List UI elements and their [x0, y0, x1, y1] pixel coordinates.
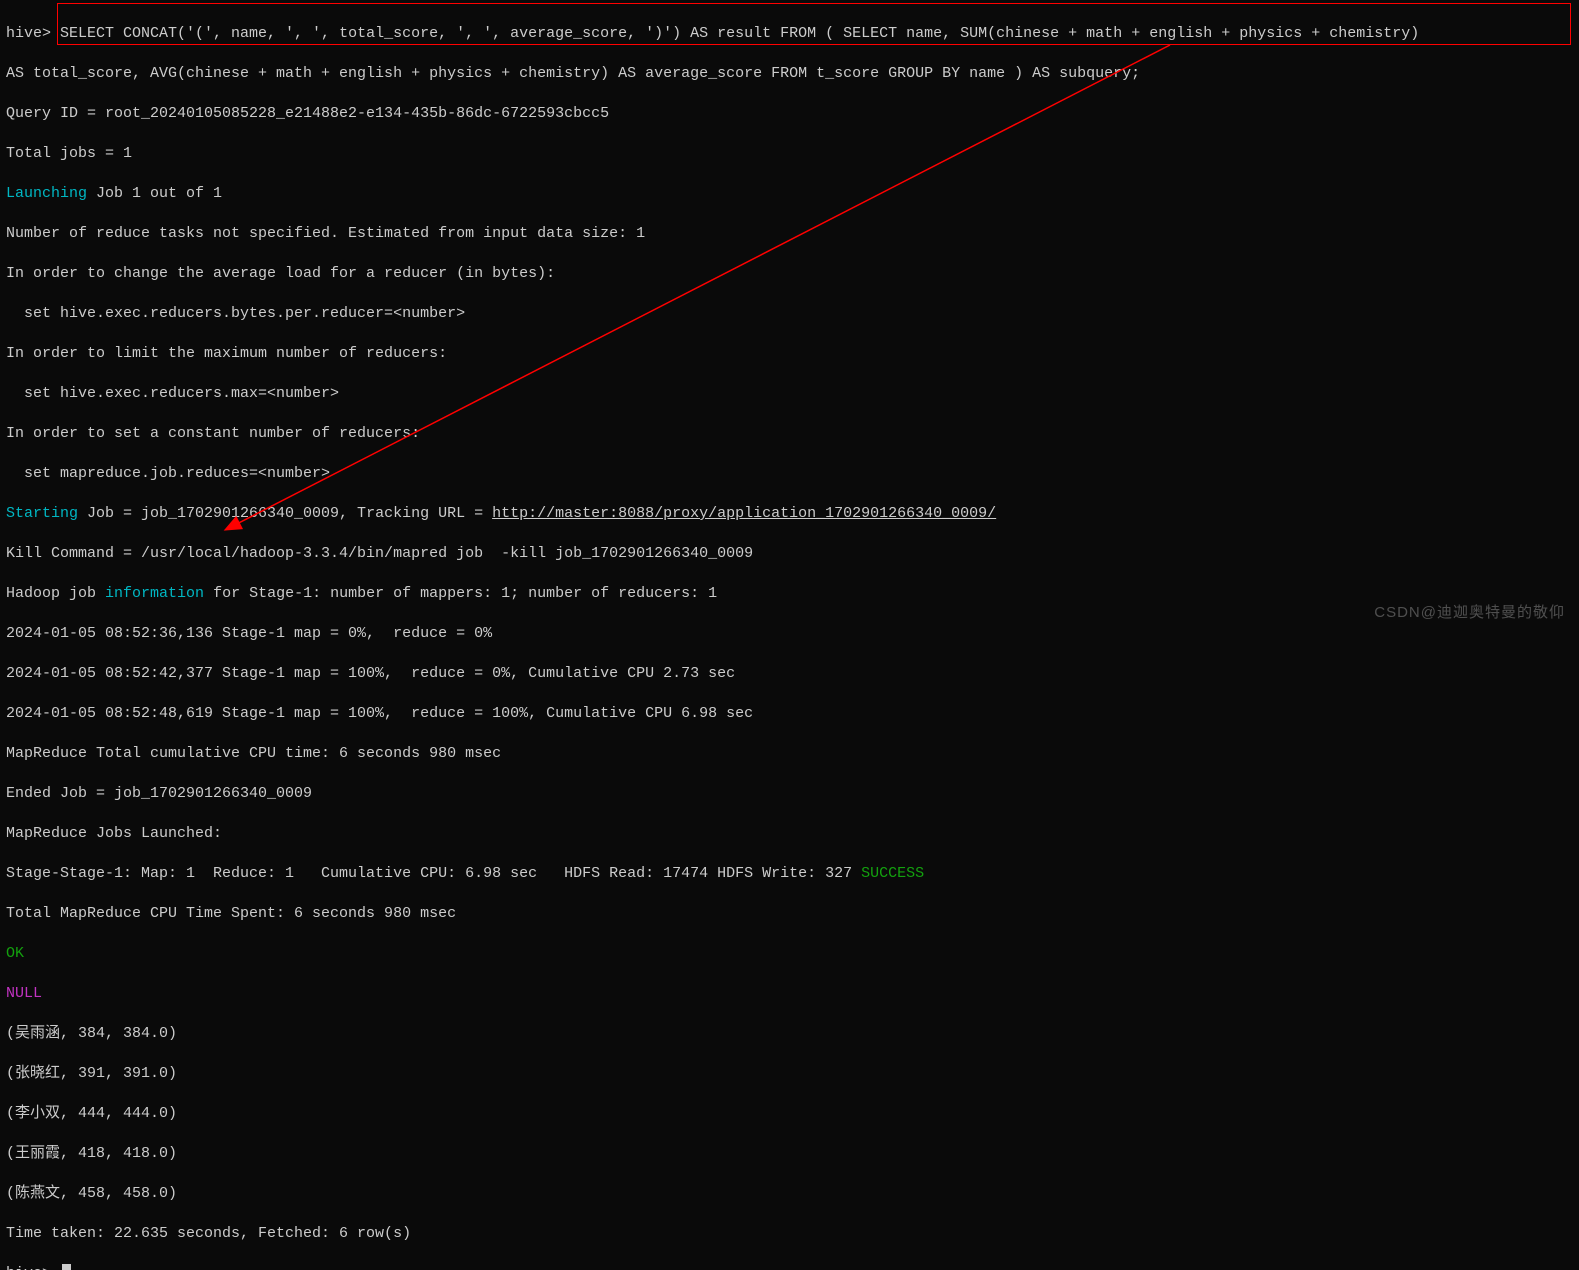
hive-prompt: hive> [6, 25, 51, 42]
ok-label: OK [6, 944, 1573, 964]
progress-line: 2024-01-05 08:52:42,377 Stage-1 map = 10… [6, 664, 1573, 684]
sql-query-line1: SELECT CONCAT('(', name, ', ', total_sco… [51, 25, 1419, 42]
result-row: (李小双, 444, 444.0) [6, 1104, 1573, 1124]
information-label: information [105, 585, 204, 602]
sql-query-line2: AS total_score, AVG(chinese + math + eng… [6, 64, 1573, 84]
hint-line: In order to set a constant number of red… [6, 424, 1573, 444]
starting-text: Job = job_1702901266340_0009, Tracking U… [78, 505, 492, 522]
success-label: SUCCESS [861, 865, 924, 882]
reduce-tasks-info: Number of reduce tasks not specified. Es… [6, 224, 1573, 244]
watermark-text: CSDN@迪迦奥特曼的敬仰 [1374, 603, 1565, 623]
kill-command-post: job_1702901266340_0009 [546, 545, 753, 562]
hint-line: In order to change the average load for … [6, 264, 1573, 284]
hint-set-line: set mapreduce.job.reduces=<number> [6, 464, 1573, 484]
terminal-output[interactable]: hive> SELECT CONCAT('(', name, ', ', tot… [0, 0, 1579, 1270]
hint-set-line: set hive.exec.reducers.max=<number> [6, 384, 1573, 404]
stage-summary: Stage-Stage-1: Map: 1 Reduce: 1 Cumulati… [6, 865, 861, 882]
progress-line: 2024-01-05 08:52:36,136 Stage-1 map = 0%… [6, 624, 1573, 644]
starting-label: Starting [6, 505, 78, 522]
hint-line: In order to limit the maximum number of … [6, 344, 1573, 364]
total-cpu-time: Total MapReduce CPU Time Spent: 6 second… [6, 904, 1573, 924]
mapreduce-total: MapReduce Total cumulative CPU time: 6 s… [6, 744, 1573, 764]
launching-text: Job 1 out of 1 [87, 185, 222, 202]
kill-flag: -kill [501, 545, 546, 562]
hint-set-line: set hive.exec.reducers.bytes.per.reducer… [6, 304, 1573, 324]
kill-command-pre: Kill Command = /usr/local/hadoop-3.3.4/b… [6, 545, 501, 562]
mapreduce-launched: MapReduce Jobs Launched: [6, 824, 1573, 844]
cursor-icon [62, 1264, 71, 1270]
query-id: Query ID = root_20240105085228_e21488e2-… [6, 104, 1573, 124]
result-row: (吴雨涵, 384, 384.0) [6, 1024, 1573, 1044]
result-row: (陈燕文, 458, 458.0) [6, 1184, 1573, 1204]
result-row: (王丽霞, 418, 418.0) [6, 1144, 1573, 1164]
time-taken: Time taken: 22.635 seconds, Fetched: 6 r… [6, 1224, 1573, 1244]
hive-prompt: hive> [6, 1265, 60, 1270]
null-result: NULL [6, 984, 1573, 1004]
launching-label: Launching [6, 185, 87, 202]
hadoop-info-pre: Hadoop job [6, 585, 105, 602]
ended-job: Ended Job = job_1702901266340_0009 [6, 784, 1573, 804]
total-jobs: Total jobs = 1 [6, 144, 1573, 164]
hadoop-info-post: for Stage-1: number of mappers: 1; numbe… [204, 585, 717, 602]
progress-line: 2024-01-05 08:52:48,619 Stage-1 map = 10… [6, 704, 1573, 724]
tracking-url-link[interactable]: http://master:8088/proxy/application_170… [492, 505, 996, 522]
result-row: (张晓红, 391, 391.0) [6, 1064, 1573, 1084]
